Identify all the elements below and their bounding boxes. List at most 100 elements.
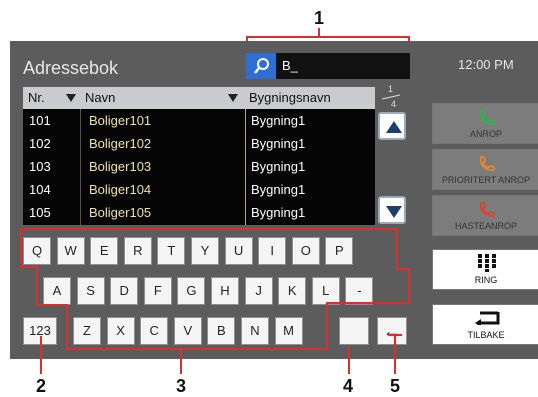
- key-u[interactable]: U: [224, 237, 253, 265]
- callout-3-outline: [326, 304, 328, 350]
- search-text: B_: [282, 58, 298, 73]
- callout-3-outline: [36, 304, 66, 306]
- table-row[interactable]: 103 Boliger103 Bygning1: [23, 156, 375, 179]
- arrow-down-icon: [386, 206, 402, 218]
- key-t[interactable]: T: [157, 237, 186, 265]
- phone-icon: [479, 156, 495, 171]
- callout-3-outline: [36, 266, 38, 306]
- priority-call-button[interactable]: PRIORITERT ANROP: [432, 149, 538, 190]
- key-g[interactable]: G: [177, 277, 206, 305]
- row-name: Boliger104: [89, 182, 152, 197]
- callout-4: 4: [342, 376, 353, 396]
- table-row[interactable]: 101 Boliger101 Bygning1: [23, 110, 375, 133]
- page-current: 1: [388, 84, 394, 94]
- keypad-icon: [478, 254, 496, 272]
- page-title: Adressebok: [23, 58, 119, 78]
- key-hyphen[interactable]: -: [345, 277, 374, 305]
- row-nr: 101: [29, 113, 51, 128]
- key-c[interactable]: C: [140, 317, 169, 345]
- key-n[interactable]: N: [241, 317, 269, 345]
- callout-3-outline: [66, 304, 68, 350]
- row-building: Bygning1: [251, 136, 306, 151]
- callout-5: 5: [389, 376, 400, 396]
- scroll-down-button[interactable]: [378, 196, 406, 224]
- row-nr: 103: [29, 159, 51, 174]
- emergency-call-button[interactable]: HASTEANROP: [432, 195, 538, 236]
- clock: 12:00 PM: [458, 57, 514, 72]
- row-name: Boliger101: [89, 113, 152, 128]
- dial-label: RING: [474, 275, 498, 285]
- key-z[interactable]: Z: [73, 317, 101, 345]
- callout-4-stem: [348, 346, 350, 374]
- header-nr[interactable]: Nr.: [28, 90, 45, 105]
- callout-5-stem: [394, 336, 396, 374]
- return-icon: [475, 311, 500, 325]
- callout-3-outline: [408, 268, 410, 302]
- callout-1: 1: [313, 8, 324, 28]
- key-v[interactable]: V: [173, 317, 202, 345]
- key-s[interactable]: S: [76, 277, 105, 305]
- back-button[interactable]: TILBAKE: [432, 304, 538, 345]
- key-r[interactable]: R: [123, 237, 152, 265]
- call-label: ANROP: [469, 129, 502, 139]
- phone-icon: [479, 110, 495, 125]
- callout-1-bracket: [246, 36, 410, 38]
- row-building: Bygning1: [251, 159, 306, 174]
- table-row[interactable]: 104 Boliger104 Bygning1: [23, 179, 375, 202]
- key-w[interactable]: W: [56, 237, 85, 265]
- key-e[interactable]: E: [90, 237, 119, 265]
- key-o[interactable]: O: [291, 237, 320, 265]
- key-b[interactable]: B: [207, 317, 236, 345]
- header-name[interactable]: Navn: [85, 90, 115, 105]
- phone-icon: [479, 202, 495, 217]
- sort-down-icon[interactable]: [66, 94, 76, 102]
- key-m[interactable]: M: [274, 317, 303, 345]
- row-nr: 102: [29, 136, 51, 151]
- back-label: TILBAKE: [467, 330, 505, 340]
- table-header: Nr. Navn Bygningsnavn: [23, 87, 375, 109]
- key-i[interactable]: I: [258, 237, 287, 265]
- key-p[interactable]: P: [325, 237, 354, 265]
- emergency-call-label: HASTEANROP: [454, 221, 517, 231]
- callout-3-outline: [20, 266, 36, 268]
- callout-3-outline: [326, 302, 410, 304]
- callout-3-stem: [180, 350, 182, 374]
- callout-2-stem: [40, 336, 42, 374]
- table-row[interactable]: 102 Boliger102 Bygning1: [23, 133, 375, 156]
- callout-3: 3: [175, 376, 186, 396]
- sort-down-icon[interactable]: [228, 94, 238, 102]
- callout-2: 2: [35, 376, 46, 396]
- key-backspace[interactable]: ←: [377, 317, 407, 345]
- callout-3-outline: [66, 348, 328, 350]
- row-nr: 104: [29, 182, 51, 197]
- callout-3-outline: [20, 228, 22, 268]
- key-q[interactable]: Q: [23, 237, 51, 265]
- row-name: Boliger102: [89, 136, 152, 151]
- scroll-up-button[interactable]: [378, 112, 406, 140]
- key-l[interactable]: L: [311, 277, 340, 305]
- key-h[interactable]: H: [211, 277, 239, 305]
- header-building[interactable]: Bygningsnavn: [249, 90, 331, 105]
- key-f[interactable]: F: [143, 277, 172, 305]
- key-y[interactable]: Y: [191, 237, 219, 265]
- key-space[interactable]: [339, 317, 369, 345]
- intercom-screen: Adressebok B_ 12:00 PM Nr. Navn Bygnings…: [10, 41, 538, 359]
- arrow-up-icon: [386, 121, 402, 133]
- row-name: Boliger103: [89, 159, 152, 174]
- row-name: Boliger105: [89, 205, 152, 220]
- search-icon: [246, 53, 276, 79]
- key-x[interactable]: X: [106, 317, 135, 345]
- table-row[interactable]: 105 Boliger105 Bygning1: [23, 202, 375, 225]
- dial-button[interactable]: RING: [432, 249, 538, 290]
- key-j[interactable]: J: [244, 277, 273, 305]
- address-table: Nr. Navn Bygningsnavn 101 Boliger101 Byg…: [23, 87, 375, 225]
- callout-1-stem: [318, 28, 320, 37]
- row-building: Bygning1: [251, 113, 306, 128]
- row-building: Bygning1: [251, 205, 306, 220]
- row-nr: 105: [29, 205, 51, 220]
- key-k[interactable]: K: [278, 277, 307, 305]
- call-button[interactable]: ANROP: [432, 103, 538, 144]
- callout-3-outline: [20, 228, 398, 230]
- key-d[interactable]: D: [110, 277, 139, 305]
- key-a[interactable]: A: [43, 277, 71, 305]
